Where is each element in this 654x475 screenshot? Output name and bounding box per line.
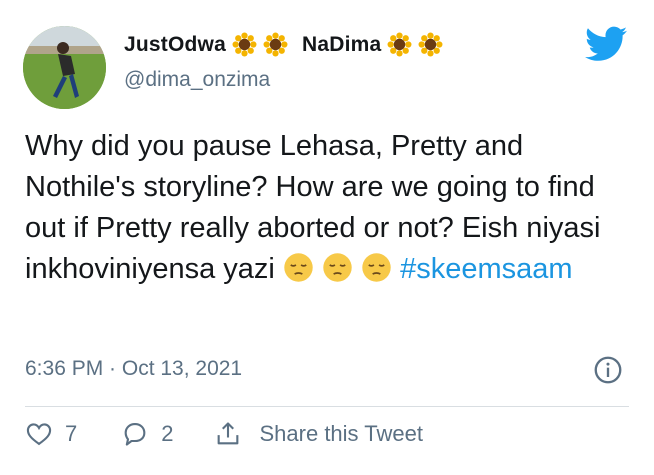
comment-icon bbox=[124, 423, 146, 446]
share-button[interactable]: Share this Tweet bbox=[214, 420, 423, 448]
share-icon bbox=[217, 422, 238, 445]
like-count: 7 bbox=[65, 421, 78, 446]
display-name-part1: JustOdwa bbox=[124, 32, 226, 56]
display-name[interactable]: JustOdwa NaDima bbox=[124, 32, 443, 57]
sunflower-emoji bbox=[263, 32, 288, 57]
sunflower-emoji bbox=[387, 32, 412, 57]
reply-count: 2 bbox=[161, 421, 174, 446]
pensive-face-emoji bbox=[323, 253, 352, 282]
share-label: Share this Tweet bbox=[259, 421, 423, 446]
action-bar: 7 2 Share this Tweet bbox=[25, 420, 423, 448]
sunflower-emoji bbox=[418, 32, 443, 57]
divider bbox=[25, 406, 629, 407]
hashtag-link[interactable]: #skeemsaam bbox=[400, 253, 572, 285]
user-handle[interactable]: @dima_onzima bbox=[124, 68, 270, 92]
avatar[interactable] bbox=[23, 26, 106, 109]
pensive-face-emoji bbox=[362, 253, 391, 282]
display-name-part2: NaDima bbox=[301, 32, 382, 56]
tweet-text: Why did you pause Lehasa, Pretty and Not… bbox=[25, 126, 625, 290]
sunflower-emoji bbox=[232, 32, 257, 57]
info-icon[interactable] bbox=[594, 356, 622, 384]
reply-button[interactable]: 2 bbox=[121, 420, 174, 448]
twitter-bird-icon[interactable] bbox=[585, 26, 627, 62]
heart-icon bbox=[26, 423, 52, 446]
pensive-face-emoji bbox=[284, 253, 313, 282]
like-button[interactable]: 7 bbox=[25, 420, 77, 448]
tweet-timestamp[interactable]: 6:36 PM · Oct 13, 2021 bbox=[25, 357, 242, 381]
